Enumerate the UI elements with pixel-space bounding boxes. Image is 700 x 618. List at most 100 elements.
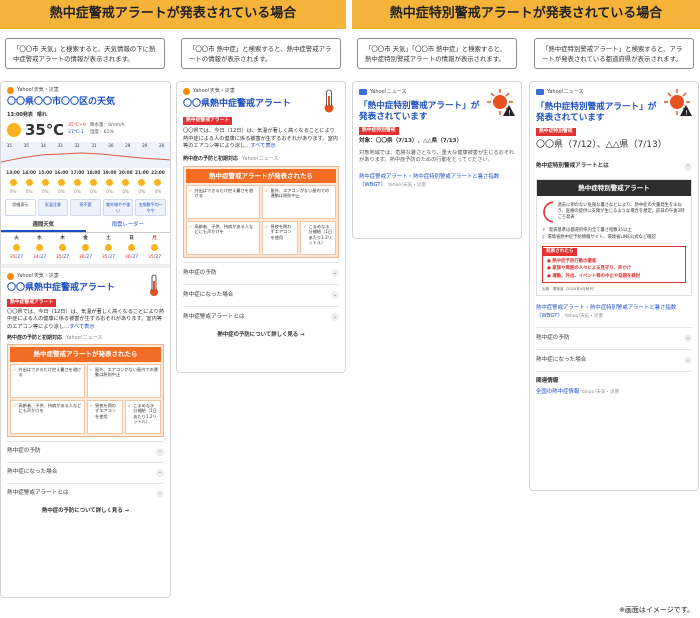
rain-pct: 0% [122,189,130,195]
hour-icon-cell [86,178,102,188]
screen-special-alert-weather: Yahoo!ニュース 「熱中症特別警戒アラート」が発表されています ! 熱中症特… [352,81,522,239]
svg-text:!: ! [508,109,511,117]
yahoo-news-icon [536,89,544,96]
weather-tabs: 週間天気 雨雲レーダー [1,220,170,234]
special-body: 対象地域では、危険な暑さとなり、重大な健康被害が生じるおそれがあります。熱中症予… [359,149,515,164]
day-low: 27 [132,254,139,260]
day-low: 27 [17,254,24,260]
phone-bullet-icon: ▯ [542,234,545,240]
tab-weekly[interactable]: 週間天気 [1,220,86,233]
accordion-about[interactable]: 熱中症警戒アラートとは ⌄ [183,305,339,328]
rain-pct: 0% [138,189,146,195]
show-all-link[interactable]: すべて表示 [250,143,275,149]
panel-cell: ✓ 昼夜を問わずエアコンを使用 [86,399,123,434]
accordion-prevent[interactable]: 熱中症の予防 ⌄ [183,261,339,284]
accordion-if-sick[interactable]: 熱中症になった場合 ⌄ [183,283,339,306]
yahoo-news-icon [359,89,367,96]
alert-panel: 熱中症警戒アラートが発表されたら ✓ 外出はできるだけ控え暑さを避ける ✓ 屋外、エ… [183,165,339,258]
graph-temp-label: 31 [91,143,97,149]
show-all-link[interactable]: すべて表示 [69,324,94,330]
day-temps: 36/27 [120,255,143,261]
info-red-3: ● 運動、外出、イベント等の中止や延期を検討 [547,273,641,279]
day-temps: 36/27 [74,255,97,261]
hour-label: 21:00 [135,171,149,177]
info-panel-foot: 出典：環境省（2024年4月時代） [542,287,597,292]
info-panel-title: 熱中症特別警戒アラート [537,179,691,197]
weather-chip[interactable]: 紫外線やや強い [102,199,134,216]
hour-label: 15:00 [38,171,53,177]
related-link[interactable]: 全国の熱中症情報 [536,389,579,395]
hour-label: 13:00 [6,171,20,177]
alert-title[interactable]: 〇〇県熱中症警戒アラート [183,99,291,110]
header-special-alert: 熱中症特別警戒アラートが発表されている場合 [352,0,700,29]
related-source: Yahoo!天気・災害 [580,390,620,396]
hour-label: 16:00 [54,171,69,177]
chevron-down-icon: ⌄ [331,291,339,300]
sunny-icon [122,178,130,186]
alert-panel: 熱中症警戒アラートが発表されたら ✓ 外出はできるだけ控え暑さを避ける ✓ 屋外、エ… [7,344,164,437]
weather-place-title[interactable]: 〇〇県〇〇市〇〇区の天気 [7,97,164,108]
weather-chip[interactable]: 詳細表示 [5,199,36,216]
yahoo-weather-icon [7,272,14,280]
day-icon-cell [51,244,74,254]
panel-cell: ✓ 高齢者、子供、持病がある人などにも声かけを [186,220,260,255]
humidity: 湿度：61% [89,129,114,135]
graph-temp-label: 34 [40,143,46,149]
sun-warning-icon: ! [664,89,692,117]
accordion-about[interactable]: 熱中症警戒アラートとは ⌄ [7,482,164,504]
current-temp: 35℃ [25,120,65,139]
weather-chip[interactable]: 虫指数平均〜やや [135,199,166,216]
rain-pct: 0% [25,189,33,195]
yahoo-weather-icon [183,88,190,95]
sunny-icon [41,178,49,186]
special-title[interactable]: 「熱中症特別警戒アラート」が発表されています [359,101,484,122]
sunny-icon [138,178,146,186]
accordion-prevent[interactable]: 熱中症の予防 ⌄ [7,440,164,462]
weather-state: 晴れ [36,112,47,119]
hour-label: 14:00 [22,171,36,177]
day-label: 日 [129,236,134,242]
special-title[interactable]: 「熱中症特別警戒アラート」が発表されています [536,102,661,123]
max-temp: 35℃+0 [68,122,86,128]
chevron-down-icon: ⌄ [156,489,164,498]
day-icon-cell [28,244,51,254]
accordion-if-sick[interactable]: 熱中症になった場合 ⌄ [536,348,692,371]
chevron-down-icon: ⌄ [684,334,692,342]
more-link[interactable]: 熱中症の予防について詳しく見る → [7,504,164,519]
yahoo-weather-icon [7,87,14,94]
weather-chip[interactable]: 雨不要 [70,199,101,216]
graph-temp-label: 30 [108,143,114,149]
wbgt-link[interactable]: 熱中症警戒アラート・熱中症特別警戒アラートと暑さ指数（WBGT） [536,305,676,319]
source-label: Yahoo!天気・災害 [17,273,59,280]
alert-panel-cells: ✓ 外出はできるだけ控え暑さを避ける ✓ 屋外、エアコンがない屋内での運動は原則中止… [186,184,336,255]
day-icon-cell [97,244,120,254]
hourly-times: 13:00 14:00 15:00 16:00 17:00 18:00 19:00 20:00… [5,171,166,176]
accordion-if-sick[interactable]: 熱中症になった場合 ⌄ [7,461,164,483]
hour-icon-cell [21,178,37,188]
accordion-prevent[interactable]: 熱中症の予防 ⌄ [536,326,692,349]
day-label: 火 [14,236,19,242]
special-target: 対象：〇〇県（7/13）、△△県（7/13） [359,137,463,144]
graph-temp-label: 28 [158,143,165,149]
wbgt-link[interactable]: 熱中症警戒アラート・熱中症特別警戒アラートと暑さ指数（WBGT） [359,174,499,188]
rain-pct: 0% [74,189,81,195]
clock-icon [543,201,554,223]
chevron-up-icon: ⌃ [684,162,692,171]
weather-chips: 詳細表示 気温注意 雨不要 紫外線やや強い 虫指数平均〜やや [1,195,170,216]
alert-title[interactable]: 〇〇県熱中症警戒アラート [7,283,115,294]
day-low: 27 [155,254,162,260]
chevron-down-icon: ⌄ [684,356,692,364]
sunny-icon [57,178,65,186]
hour-label: 19:00 [102,171,117,177]
day-icon-cell [143,244,166,254]
accordion-about-special[interactable]: 熱中症特別警戒アラートとは ⌃ [536,157,692,177]
day-label: 土 [106,236,111,242]
weekly-temps: 35/27 34/27 35/27 36/27 35/27 36/27 35/27 [5,255,166,261]
weather-chip[interactable]: 気温注意 [37,199,69,216]
source-label: Yahoo!ニュース [547,89,584,95]
special-prefs: 〇〇県（7/12）、△△県（7/13） [536,139,667,150]
day-temps: 35/27 [143,255,166,261]
more-link[interactable]: 熱中症の予防について詳しく見る → [183,328,339,343]
day-icon-cell [74,244,97,254]
tab-radar[interactable]: 雨雲レーダー [86,220,171,233]
